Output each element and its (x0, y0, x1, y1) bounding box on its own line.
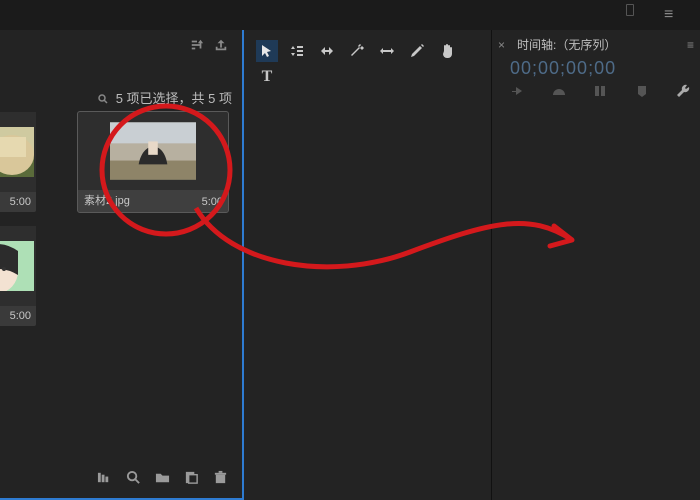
clip-thumbnail (0, 112, 36, 192)
slip-tool[interactable] (376, 40, 398, 62)
timeline-title: 时间轴:（无序列） (517, 36, 616, 53)
snap-icon[interactable] (593, 84, 607, 103)
clip-duration: 5:00 (10, 310, 31, 322)
timeline-header: × 时间轴:（无序列） ≡ (498, 36, 694, 53)
project-panel-header (0, 30, 242, 58)
timeline-toolbar (510, 84, 690, 103)
search-mini-icon (98, 94, 108, 104)
selection-count-label: 5 项已选择，共 5 项 (98, 88, 232, 107)
clip-thumbnail (0, 226, 36, 306)
search-icon[interactable] (126, 470, 141, 490)
editing-toolbar: T (256, 40, 458, 62)
new-item-icon[interactable] (184, 470, 199, 490)
timecode-display[interactable]: 00;00;00;00 (510, 58, 616, 79)
settings-icon[interactable] (676, 84, 690, 103)
trash-icon[interactable] (213, 470, 228, 490)
clip-duration: 5:00 (10, 196, 31, 208)
media-clip[interactable]: 素材2.jpg 5:00 (78, 112, 228, 212)
overwrite-icon[interactable] (552, 84, 566, 103)
sort-icon[interactable] (190, 38, 204, 57)
insert-icon[interactable] (510, 84, 524, 103)
media-clip[interactable]: 5:00 (0, 112, 36, 212)
clip-filename: 素材2.jpg (84, 192, 130, 208)
main-area: 5 项已选择，共 5 项 5:00 素材2.jpg 5:00 (0, 30, 700, 500)
ripple-edit-tool[interactable] (316, 40, 338, 62)
view-list-icon[interactable] (97, 470, 112, 490)
program-monitor-panel: T (244, 30, 492, 500)
panel-menu-icon[interactable]: ≡ (664, 6, 672, 18)
clip-duration: 5:00 (202, 196, 223, 208)
clip-thumbnail (78, 112, 228, 190)
project-footer-toolbar (97, 470, 228, 490)
pen-tool[interactable] (406, 40, 428, 62)
folder-icon[interactable] (155, 470, 170, 490)
track-select-tool[interactable] (286, 40, 308, 62)
export-icon[interactable] (214, 38, 228, 57)
close-icon[interactable]: × (498, 38, 505, 52)
timeline-marker-icon (626, 4, 634, 16)
timeline-panel: × 时间轴:（无序列） ≡ 00;00;00;00 (492, 30, 700, 500)
selection-tool[interactable] (256, 40, 278, 62)
window-top-strip: ≡ (0, 0, 700, 30)
project-panel: 5 项已选择，共 5 项 5:00 素材2.jpg 5:00 (0, 30, 244, 500)
panel-menu-icon[interactable]: ≡ (687, 38, 694, 52)
type-tool[interactable]: T (256, 66, 278, 88)
marker-icon[interactable] (635, 84, 649, 103)
media-clip[interactable]: 5:00 (0, 226, 36, 326)
hand-tool[interactable] (436, 40, 458, 62)
razor-tool[interactable] (346, 40, 368, 62)
